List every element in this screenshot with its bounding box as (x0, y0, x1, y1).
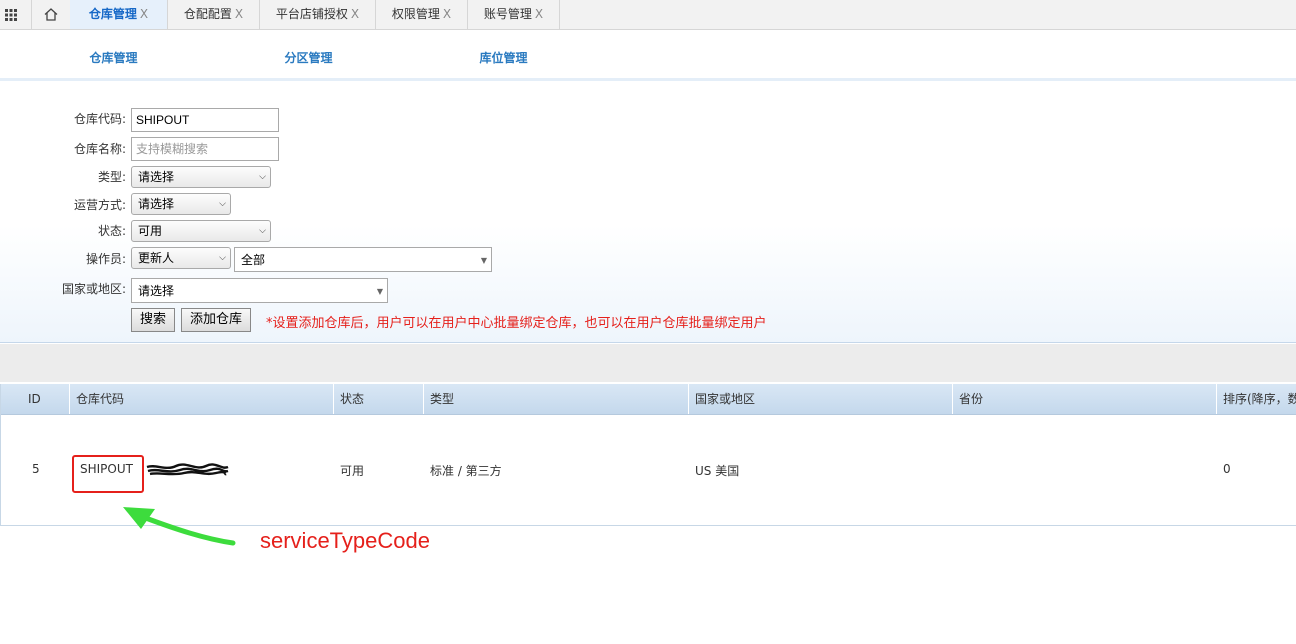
close-icon[interactable]: X (235, 7, 243, 21)
cell-id: 5 (32, 462, 40, 476)
top-tab-bar: 仓库管理 X 仓配配置 X 平台店铺授权 X 权限管理 X 账号管理 X (0, 0, 1296, 30)
column-header-status[interactable]: 状态 (334, 384, 424, 414)
cell-type: 标准 / 第三方 (430, 464, 502, 478)
tab-label: 平台店铺授权 (275, 7, 348, 21)
column-header-code[interactable]: 仓库代码 (70, 384, 334, 414)
chevron-down-icon: ⌵ (219, 253, 226, 263)
app-grid-icon[interactable] (0, 0, 22, 29)
tab-label: 仓配配置 (183, 7, 232, 21)
cell-sort: 0 (1223, 462, 1231, 476)
country-select[interactable]: 请选择 ▼ (131, 278, 388, 303)
tab-account-management[interactable]: 账号管理 X (468, 0, 560, 29)
column-header-id[interactable]: ID (1, 384, 70, 414)
tab-store-authorization[interactable]: 平台店铺授权 X (260, 0, 376, 29)
warehouse-name-label: 仓库名称: (73, 142, 126, 156)
tab-fulfillment-config[interactable]: 仓配配置 X (168, 0, 260, 29)
home-icon[interactable] (31, 0, 71, 29)
type-label: 类型: (97, 170, 126, 184)
close-icon[interactable]: X (351, 7, 359, 21)
column-header-sort[interactable]: 排序(降序，数 (1217, 384, 1296, 414)
notice-text: *设置添加仓库后，用户可以在用户中心批量绑定仓库，也可以在用户仓库批量绑定用户 (266, 316, 767, 331)
tab-label: 权限管理 (391, 7, 440, 21)
subtab-location[interactable]: 库位管理 (406, 38, 601, 78)
toolbar-strip (0, 344, 1296, 382)
tab-warehouse-management[interactable]: 仓库管理 X (70, 0, 168, 29)
column-header-country[interactable]: 国家或地区 (689, 384, 953, 414)
operator-select-value: 更新人 (138, 251, 175, 265)
chevron-down-icon: ⌵ (219, 199, 226, 209)
add-warehouse-button[interactable]: 添加仓库 (181, 308, 252, 332)
search-button[interactable]: 搜索 (131, 308, 176, 332)
operator-scope-select[interactable]: 全部 ▼ (234, 247, 492, 272)
chevron-down-icon: ⌵ (259, 226, 266, 236)
redaction-scribble (146, 463, 229, 476)
type-select-value: 请选择 (138, 170, 175, 184)
close-icon[interactable]: X (140, 7, 148, 21)
close-icon[interactable]: X (443, 7, 451, 21)
column-header-type[interactable]: 类型 (424, 384, 689, 414)
country-label: 国家或地区: (61, 282, 126, 296)
annotation-label: serviceTypeCode (260, 528, 430, 553)
warehouse-name-input[interactable] (131, 137, 279, 161)
table-header: ID 仓库代码 状态 类型 国家或地区 省份 排序(降序，数 (1, 384, 1296, 415)
operator-scope-value: 全部 (241, 253, 266, 267)
status-select[interactable]: 可用 ⌵ (131, 220, 271, 242)
tab-permission-management[interactable]: 权限管理 X (376, 0, 468, 29)
subtab-zone[interactable]: 分区管理 (211, 38, 406, 78)
chevron-down-icon: ⌵ (259, 172, 266, 182)
tab-label: 仓库管理 (88, 7, 137, 21)
tab-label: 账号管理 (483, 7, 532, 21)
triangle-down-icon: ▼ (480, 256, 487, 265)
cell-country: US 美国 (695, 464, 740, 478)
warehouse-code-input[interactable] (131, 108, 279, 132)
triangle-down-icon: ▼ (376, 287, 383, 296)
annotation-arrow-icon (123, 507, 236, 546)
divider (0, 78, 1296, 81)
subtab-warehouse[interactable]: 仓库管理 (16, 38, 211, 80)
status-label: 状态: (97, 224, 126, 238)
operation-mode-select[interactable]: 请选择 ⌵ (131, 193, 231, 215)
column-header-province[interactable]: 省份 (953, 384, 1217, 414)
close-icon[interactable]: X (535, 7, 543, 21)
sub-tab-bar: 仓库管理 分区管理 库位管理 (0, 38, 1296, 80)
operation-mode-label: 运营方式: (73, 198, 126, 212)
country-select-value: 请选择 (138, 284, 175, 298)
operator-select[interactable]: 更新人 ⌵ (131, 247, 231, 269)
cell-status: 可用 (340, 464, 365, 478)
warehouse-code-label: 仓库代码: (73, 112, 126, 126)
operator-label: 操作员: (85, 252, 126, 266)
type-select[interactable]: 请选择 ⌵ (131, 166, 271, 188)
operation-mode-value: 请选择 (138, 197, 175, 211)
status-select-value: 可用 (138, 224, 163, 238)
highlight-box (72, 455, 144, 493)
